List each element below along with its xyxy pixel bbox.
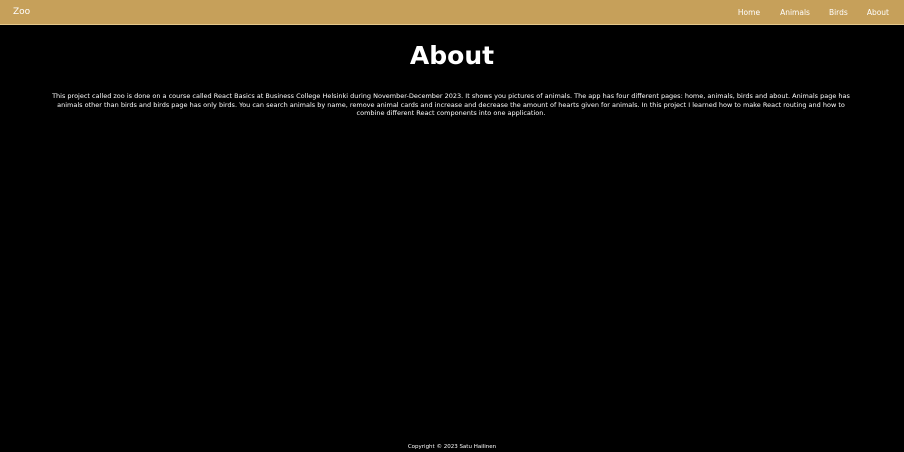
brand-link[interactable]: Zoo <box>13 0 30 25</box>
nav-link-home[interactable]: Home <box>738 8 760 17</box>
nav-menu: Home Animals Birds About <box>738 0 904 25</box>
nav-link-birds[interactable]: Birds <box>829 8 848 17</box>
page-title: About <box>409 41 495 70</box>
nav-link-animals[interactable]: Animals <box>780 8 810 17</box>
footer-copyright: Copyright © 2023 Satu Hailinen <box>407 444 497 450</box>
about-description: This project called zoo is done on a cou… <box>52 92 850 118</box>
nav-link-about[interactable]: About <box>867 8 889 17</box>
top-navbar: Zoo Home Animals Birds About <box>0 0 904 25</box>
